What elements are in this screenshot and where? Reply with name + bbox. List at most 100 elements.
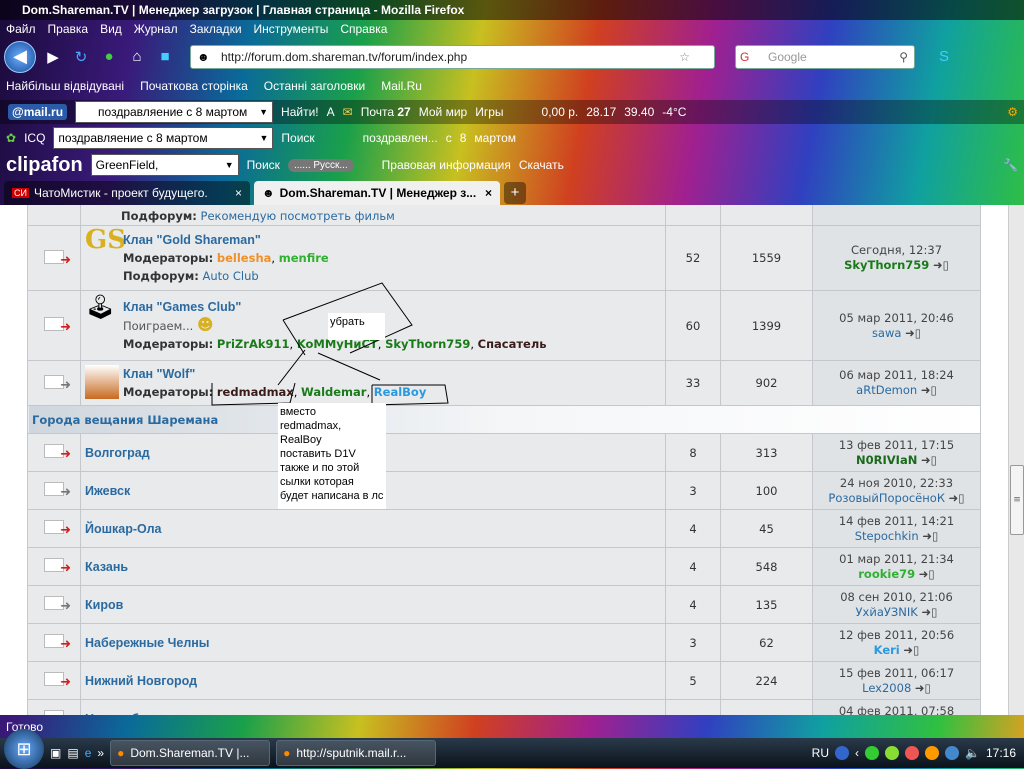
back-button[interactable]: ◀ [4,40,36,73]
menu-bar: Файл Правка Вид Журнал Закладки Инструме… [0,20,1024,38]
scrollbar-thumb[interactable]: ≡ [1010,465,1024,535]
tab-chatomistik[interactable]: СИ ЧатоМистик - проект будущего. × [4,180,250,205]
games-button[interactable]: Игры [475,105,503,119]
bookmark-start-page[interactable]: Початкова сторінка [140,79,248,93]
myworld-button[interactable]: Мой мир [419,105,467,119]
tray-app-icon[interactable] [905,746,920,760]
bookmark-latest-headlines[interactable]: Останні заголовки [264,79,365,93]
menu-edit[interactable]: Правка [48,22,89,36]
system-tray: RU ‹ 🔈 17:16 [812,746,1024,760]
bookmark-mailru[interactable]: Mail.Ru [381,79,422,93]
money-button[interactable]: 0,00 р. [542,105,579,119]
switch-windows-icon[interactable]: ▤ [67,746,78,760]
menu-history[interactable]: Журнал [134,22,178,36]
url-bar[interactable]: ☻ http://forum.dom.shareman.tv/forum/ind… [190,44,715,69]
close-tab-icon[interactable]: × [235,186,242,200]
bookmarks-toolbar: Найбільш відвідувані Початкова сторінка … [0,75,1024,97]
tab-bar: СИ ЧатоМистик - проект будущего. × ☻ Dom.Sh… [0,180,1024,205]
clock[interactable]: 17:16 [986,746,1016,760]
addon-icon[interactable]: ■ [154,46,176,68]
window-title: Dom.Shareman.TV | Менеджер загрузок | Гл… [22,3,465,17]
show-desktop-icon[interactable]: ▣ [50,746,61,760]
firefox-icon: ● [117,746,125,760]
start-button[interactable]: ⊞ [4,729,44,769]
menu-view[interactable]: Вид [100,22,122,36]
page-content: Подфорум: Рекомендую посмотреть фильм GS… [0,205,1008,715]
menu-bookmarks[interactable]: Закладки [190,22,242,36]
translate-icon[interactable]: A [327,105,335,119]
eur-rate: 39.40 [624,105,655,119]
highlight-word[interactable]: поздравлен... [363,131,438,145]
menu-file[interactable]: Файл [6,22,36,36]
vertical-scrollbar[interactable]: ≡ [1008,205,1024,715]
tab-shareman[interactable]: ☻ Dom.Shareman.TV | Менеджер з... × [254,180,500,205]
taskbar: ⊞ ▣ ▤ e » ● Dom.Shareman.TV |... ● http://… [0,729,1024,769]
forward-button[interactable]: ▶ [42,46,64,68]
network-icon[interactable] [945,746,960,760]
mailru-find-button[interactable]: Найти! [281,105,319,119]
stop-button[interactable]: ● [98,46,120,68]
icq-toolbar: ✿ ICQ поздравляение с 8 мартом ▼ Поиск по… [0,126,1024,150]
highlight-word[interactable]: 8 [460,131,467,145]
url-text: http://forum.dom.shareman.tv/forum/index… [221,49,468,64]
icq-search-button[interactable]: Поиск [281,131,314,145]
bookmark-star-icon[interactable]: ☆ [679,50,690,64]
tray-app-icon[interactable] [885,746,900,760]
menu-help[interactable]: Справка [340,22,387,36]
more-icon[interactable]: » [97,746,104,760]
icq-query: поздравляение с 8 мартом [58,131,208,145]
clipafon-search-input[interactable]: GreenField, ▼ [90,154,239,176]
window-title-bar: Dom.Shareman.TV | Менеджер загрузок | Гл… [0,0,1024,20]
tray-app-icon[interactable] [865,746,880,760]
radio-player[interactable]: ...... Русск... [287,158,354,172]
mailru-query: поздравляение с 8 мартом [98,105,248,119]
help-icon[interactable] [835,746,850,760]
skype-icon[interactable]: S [933,46,955,68]
mail-icon[interactable]: ✉ [343,105,353,119]
tray-app-icon[interactable] [925,746,940,760]
clipafon-logo[interactable]: clipafon [6,154,83,177]
mailru-logo[interactable]: @mail.ru [8,104,68,120]
usd-rate: 28.17 [586,105,617,119]
clipafon-toolbar: clipafon GreenField, ▼ Поиск ...... Русск… [0,152,1024,178]
site-icon: ☻ [262,185,275,200]
clipafon-search-button[interactable]: Поиск [247,158,280,172]
annotation-drawing [211,282,449,406]
navigation-toolbar: ◀ ▶ ↻ ● ⌂ ■ ☻ http://forum.dom.shareman.… [0,38,1024,75]
ie-icon[interactable]: e [85,746,92,760]
reload-button[interactable]: ↻ [70,46,92,68]
mail-button[interactable]: Почта 27 [361,105,411,119]
status-bar: Готово [0,715,1024,738]
search-input[interactable]: G Google ⚲ [735,44,915,69]
icq-flower-icon: ✿ [6,131,17,145]
show-hidden-icon[interactable]: ‹ [855,746,859,760]
download-button[interactable]: Скачать [519,158,564,172]
mailru-toolbar: @mail.ru поздравляение с 8 мартом ▼ Найти… [0,100,1024,124]
wrench-icon[interactable]: 🔧 [1003,158,1018,172]
firefox-icon: ● [283,746,291,760]
mailru-search-input[interactable]: поздравляение с 8 мартом ▼ [75,101,274,123]
highlight-word[interactable]: мартом [474,131,516,145]
weather[interactable]: -4°C [662,105,686,119]
new-tab-button[interactable]: + [504,181,526,204]
highlight-word[interactable]: с [446,131,452,145]
home-button[interactable]: ⌂ [126,46,148,68]
bookmark-most-visited[interactable]: Найбільш відвідувані [6,79,124,93]
icq-button[interactable]: ICQ [24,131,45,145]
site-icon: СИ [12,187,29,198]
search-icon[interactable]: ⚲ [899,50,908,64]
legal-info-button[interactable]: Правовая информация [382,158,511,172]
clipafon-query: GreenField, [95,158,159,172]
annotation-instead: вместо redmadmax, RealBoy поставить D1V так… [278,403,386,509]
icq-search-input[interactable]: поздравляение с 8 мартом ▼ [53,127,274,149]
volume-icon[interactable]: 🔈 [965,746,980,760]
annotation-remove: убрать [328,313,385,340]
close-tab-icon[interactable]: × [485,186,492,200]
taskbar-item-shareman[interactable]: ● Dom.Shareman.TV |... [110,740,271,766]
language-indicator[interactable]: RU [812,746,829,760]
settings-gear-icon[interactable]: ⚙ [1007,105,1018,119]
menu-tools[interactable]: Инструменты [254,22,329,36]
search-placeholder: Google [768,49,807,64]
taskbar-item-sputnik[interactable]: ● http://sputnik.mail.r... [276,740,437,766]
site-icon: ☻ [197,49,210,64]
